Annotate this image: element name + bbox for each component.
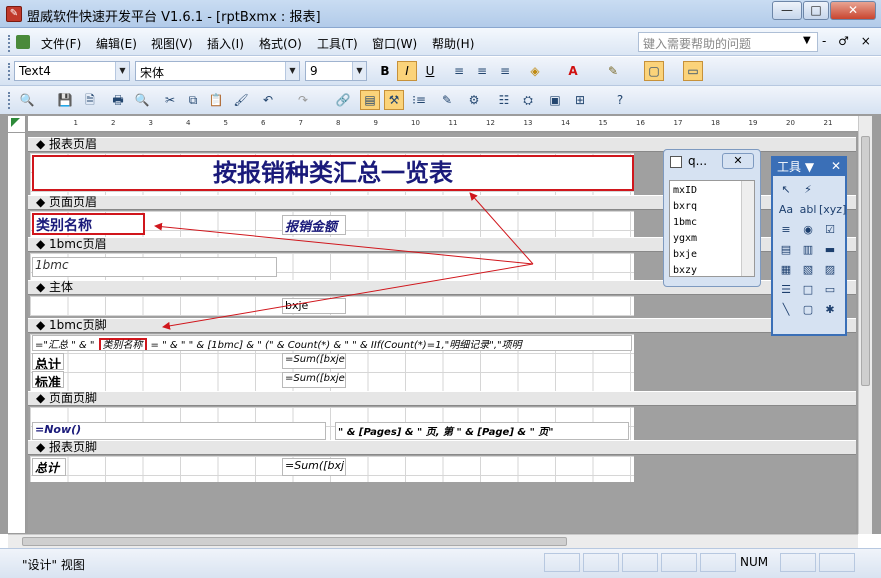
page-break-tool-icon[interactable]: ☰ (775, 280, 797, 300)
arrow-to-category-label (154, 222, 534, 265)
field-list-box: mxID bxrq 1bmc ygxm bxje bxzy (669, 180, 755, 277)
combobox-tool-icon[interactable]: ▤ (775, 240, 797, 260)
status-cell (780, 553, 816, 572)
field-item[interactable]: bxje (673, 247, 697, 263)
tab-control-tool-icon[interactable]: □ (797, 280, 819, 300)
field-list-close-button[interactable]: ✕ (722, 153, 754, 169)
button-tool-icon[interactable]: ▬ (819, 240, 841, 260)
listbox-tool-icon[interactable]: ▥ (797, 240, 819, 260)
option-button-tool-icon[interactable]: ◉ (797, 220, 819, 240)
view-mode-text: "设计" 视图 (22, 558, 85, 572)
subform-tool-icon[interactable]: ▭ (819, 280, 841, 300)
scroll-thumb[interactable] (861, 136, 870, 386)
field-list-panel[interactable]: q... ✕ mxID bxrq 1bmc ygxm bxje bxzy (663, 149, 761, 287)
annotation-arrows (154, 192, 534, 330)
field-item[interactable]: bxzy (673, 263, 697, 279)
status-cell (583, 553, 619, 572)
field-list-scrollbar[interactable] (741, 181, 754, 276)
scroll-thumb[interactable] (22, 537, 567, 546)
toolbox-grid: ↖ ⚡ Aa abl [xyz] ≡ ◉ ☑ ▤ ▥ ▬ ▦ ▧ ▨ ☰ □ ▭… (775, 180, 847, 320)
status-bar: "设计" 视图 NUM (0, 548, 881, 578)
vertical-scrollbar[interactable] (858, 116, 872, 534)
more-controls-icon[interactable]: ✱ (819, 300, 841, 320)
unbound-object-tool-icon[interactable]: ▧ (797, 260, 819, 280)
status-cell (819, 553, 855, 572)
bound-object-tool-icon[interactable]: ▨ (819, 260, 841, 280)
status-cell (700, 553, 736, 572)
field-list-icon (670, 156, 682, 168)
field-item[interactable]: 1bmc (673, 215, 697, 231)
field-item[interactable]: ygxm (673, 231, 697, 247)
horizontal-scrollbar[interactable] (8, 534, 858, 548)
rectangle-tool-icon[interactable]: ▢ (797, 300, 819, 320)
arrow-to-expression-label (162, 263, 534, 330)
status-cell (661, 553, 697, 572)
status-cell (622, 553, 658, 572)
toggle-tool-icon[interactable]: ≡ (775, 220, 797, 240)
toolbox-title-text: 工具 (777, 160, 802, 174)
toolbox-panel[interactable]: 工具 ▼ ✕ ↖ ⚡ Aa abl [xyz] ≡ ◉ ☑ ▤ ▥ ▬ ▦ ▧ … (771, 156, 847, 336)
label-tool-icon[interactable]: Aa (775, 200, 797, 220)
field-item[interactable]: mxID (673, 183, 697, 199)
field-list-items: mxID bxrq 1bmc ygxm bxje bxzy (673, 183, 697, 279)
select-tool-icon[interactable]: ↖ (775, 180, 797, 200)
line-tool-icon[interactable]: ╲ (775, 300, 797, 320)
option-group-tool-icon[interactable]: [xyz] (819, 200, 846, 220)
num-lock-indicator: NUM (740, 555, 769, 569)
field-item[interactable]: bxrq (673, 199, 697, 215)
toolbox-close-button[interactable]: ✕ (831, 159, 841, 173)
status-cell (544, 553, 580, 572)
arrow-to-title (469, 192, 534, 265)
image-tool-icon[interactable]: ▦ (775, 260, 797, 280)
field-list-title: q... (688, 154, 708, 168)
textbox-tool-icon[interactable]: abl (797, 200, 819, 220)
checkbox-tool-icon[interactable]: ☑ (819, 220, 841, 240)
wizard-tool-icon[interactable]: ⚡ (797, 180, 819, 200)
